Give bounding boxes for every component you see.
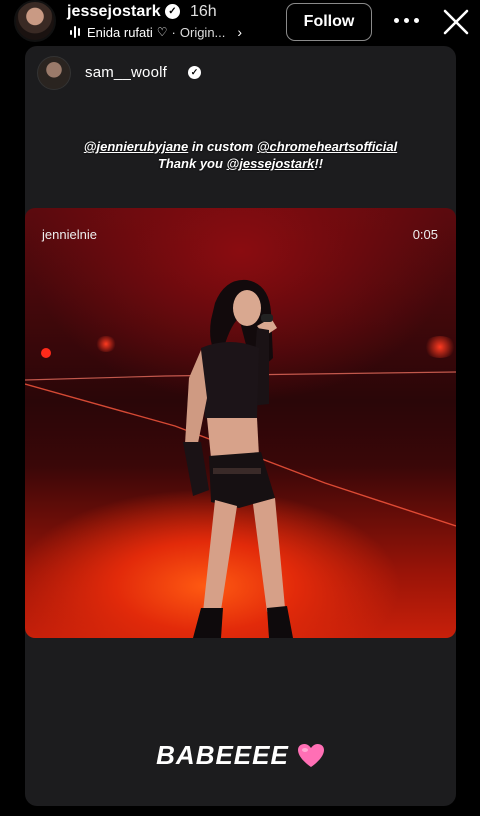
caption-text: !!	[314, 156, 324, 171]
caption-line-2: Thank you @jessejostark!!	[25, 155, 456, 172]
repost-username[interactable]: sam__woolf	[85, 64, 167, 81]
follow-button[interactable]: Follow	[286, 3, 372, 41]
verified-badge-icon: ✓	[165, 4, 180, 19]
mention-link[interactable]: @jennierubyjane	[84, 139, 188, 154]
mention-link[interactable]: @jessejostark	[227, 156, 315, 171]
performer-silhouette	[183, 279, 293, 638]
caption-text: Thank you	[157, 156, 227, 171]
more-options-icon[interactable]	[394, 10, 420, 30]
audio-source-separator: ·	[171, 24, 176, 40]
audio-artist: Enida rufati	[87, 24, 153, 40]
story-card[interactable]: sam__woolf ✓ @jennierubyjane in custom @…	[25, 46, 456, 806]
reel-video[interactable]: jennielnie 0:05	[25, 208, 456, 638]
chevron-right-icon: ›	[237, 24, 243, 40]
owner-username[interactable]: jessejostark	[67, 3, 161, 21]
video-username: jennielnie	[42, 227, 97, 242]
pink-heart-icon	[297, 743, 324, 767]
story-text: BABEEEE	[156, 740, 289, 770]
story-text-sticker: BABEEEE	[25, 740, 456, 771]
mention-link[interactable]: @chromeheartsofficial	[257, 139, 397, 154]
video-timestamp: 0:05	[412, 227, 438, 242]
post-time: 16h	[190, 3, 217, 20]
audio-attribution[interactable]: Enida rufati ♡ · Origin... ›	[70, 24, 242, 40]
close-icon[interactable]	[442, 8, 470, 36]
story-caption: @jennierubyjane in custom @chromeheartso…	[25, 138, 456, 172]
verified-badge-icon: ✓	[188, 66, 201, 79]
heart-outline-icon: ♡	[156, 25, 168, 39]
caption-line-1: @jennierubyjane in custom @chromeheartso…	[25, 138, 456, 155]
owner-avatar[interactable]	[14, 0, 56, 42]
audio-source: Origin...	[179, 24, 226, 40]
caption-text: in custom	[188, 139, 257, 154]
repost-avatar[interactable]	[37, 56, 71, 90]
story-header: jessejostark ✓ 16h Enida rufati ♡ · Orig…	[0, 0, 480, 46]
audio-waveform-icon	[70, 25, 80, 39]
